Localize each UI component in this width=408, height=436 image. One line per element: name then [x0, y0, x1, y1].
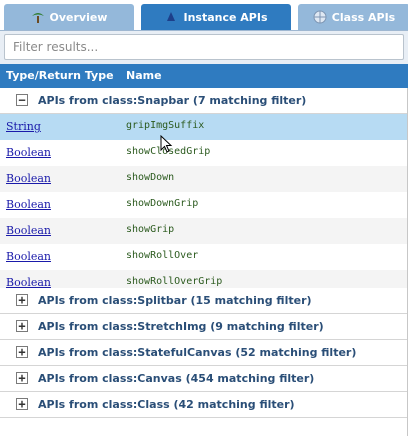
type-link[interactable]: Boolean [6, 198, 51, 211]
expand-toggle[interactable]: + [16, 372, 28, 384]
tab-class-apis[interactable]: Class APIs [298, 4, 408, 30]
mouse-pointer-icon [160, 135, 173, 153]
expand-toggle[interactable]: + [16, 294, 28, 306]
table-row[interactable]: Boolean showDown [0, 166, 407, 192]
type-link[interactable]: String [6, 120, 41, 133]
api-name: showDown [126, 172, 175, 183]
tab-class-apis-label: Class APIs [331, 10, 396, 24]
palm-tree-icon [31, 10, 45, 24]
group-row-snapbar[interactable]: − APIs from class:Snapbar (7 matching fi… [0, 88, 407, 114]
globe-icon [313, 10, 327, 24]
group-label: APIs from class:Canvas (454 matching fil… [38, 372, 315, 385]
table-row[interactable]: Boolean showClosedGrip [0, 140, 407, 166]
type-link[interactable]: Boolean [6, 172, 51, 185]
api-grid: − APIs from class:Snapbar (7 matching fi… [0, 88, 408, 436]
tab-overview-label: Overview [49, 10, 108, 24]
tab-instance-apis[interactable]: Instance APIs [141, 4, 291, 30]
expand-toggle[interactable]: + [16, 398, 28, 410]
tab-overview[interactable]: Overview [4, 4, 134, 30]
type-link[interactable]: Boolean [6, 250, 51, 263]
api-name: showDownGrip [126, 198, 199, 209]
grid-header: Type/Return Type Name [0, 64, 408, 88]
collapse-toggle[interactable]: − [16, 94, 28, 106]
expand-toggle[interactable]: + [16, 346, 28, 358]
group-row-statefulcanvas[interactable]: + APIs from class:StatefulCanvas (52 mat… [0, 340, 407, 366]
group-row-canvas[interactable]: + APIs from class:Canvas (454 matching f… [0, 366, 407, 392]
group-label: APIs from class:StatefulCanvas (52 match… [38, 346, 357, 359]
group-label: APIs from class:StretchImg (9 matching f… [38, 320, 324, 333]
group-label: APIs from class:Class (42 matching filte… [38, 398, 295, 411]
api-name: showRollOverGrip [126, 276, 223, 287]
column-header-type[interactable]: Type/Return Type [6, 69, 114, 82]
type-link[interactable]: Boolean [6, 224, 51, 237]
group-row-stretchimg[interactable]: + APIs from class:StretchImg (9 matching… [0, 314, 407, 340]
table-row[interactable]: Boolean showGrip [0, 218, 407, 244]
group-label: APIs from class:Snapbar (7 matching filt… [38, 94, 307, 107]
group-row-splitbar[interactable]: + APIs from class:Splitbar (15 matching … [0, 288, 407, 314]
expand-toggle[interactable]: + [16, 320, 28, 332]
group-row-class[interactable]: + APIs from class:Class (42 matching fil… [0, 392, 407, 418]
api-name: gripImgSuffix [126, 120, 205, 131]
blue-shape-icon [164, 10, 178, 24]
api-name: showGrip [126, 224, 175, 235]
column-header-name[interactable]: Name [126, 69, 162, 82]
table-row[interactable]: Boolean showDownGrip [0, 192, 407, 218]
filter-bar [0, 30, 408, 64]
table-row[interactable]: Boolean showRollOver [0, 244, 407, 270]
tab-bar: Overview Instance APIs Class APIs [0, 0, 408, 30]
tab-instance-apis-label: Instance APIs [183, 10, 268, 24]
type-link[interactable]: Boolean [6, 146, 51, 159]
api-name: showRollOver [126, 250, 199, 261]
filter-input[interactable] [4, 34, 404, 60]
group-label: APIs from class:Splitbar (15 matching fi… [38, 294, 312, 307]
table-row[interactable]: String gripImgSuffix [0, 114, 407, 140]
